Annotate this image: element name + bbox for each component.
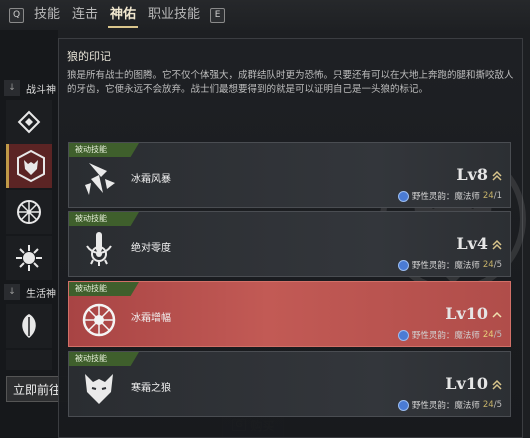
sidebar-group-life[interactable]: ↓ 生活神 xyxy=(4,282,64,302)
sidebar-item-rune-blessing[interactable] xyxy=(6,100,52,144)
skill-source: 野性灵韵：魔法师 24/5 xyxy=(397,399,502,411)
thermometer-frost-icon xyxy=(86,232,112,266)
skill-level: Lv8 xyxy=(456,165,488,184)
passive-skill-tag: 被动技能 xyxy=(69,352,139,366)
tab-blessing[interactable]: 神佑 xyxy=(104,4,142,28)
frost-sigil-icon xyxy=(82,303,116,337)
wild-spirit-icon xyxy=(397,329,409,341)
skill-card-frost-storm[interactable]: 被动技能 冰霜风暴 Lv8 野性灵韵：魔法师 24/1 xyxy=(68,142,511,208)
skill-card-frost-wolf[interactable]: 被动技能 寒霜之狼 Lv10 野性灵韵：魔法师 24/5 xyxy=(68,351,511,417)
skill-name: 寒霜之狼 xyxy=(131,383,171,394)
key-hint-q[interactable]: Q xyxy=(9,7,24,23)
skill-source-label: 野性灵韵：魔法师 xyxy=(411,331,480,341)
spirit-count: 24 xyxy=(482,330,494,340)
wolf-emblem-icon xyxy=(16,149,45,183)
top-tab-bar: Q 技能 连击 神佑 职业技能 E xyxy=(0,0,530,30)
blessing-description: 狼是所有战士的图腾。它不仅个体强大，成群结队时更为恐怖。只要还有可以在大地上奔跑… xyxy=(67,70,514,95)
sidebar-item-sun-blessing[interactable] xyxy=(6,236,52,280)
collapse-arrow-icon: ↓ xyxy=(4,80,20,96)
passive-skill-tag: 被动技能 xyxy=(69,282,139,296)
sun-burst-icon xyxy=(16,245,42,271)
skill-source-label: 野性灵韵：魔法师 xyxy=(411,192,480,202)
blessing-title: 狼的印记 xyxy=(67,50,111,63)
tab-skills[interactable]: 技能 xyxy=(28,4,66,26)
passive-skill-tag: 被动技能 xyxy=(69,212,139,226)
ice-shards-icon xyxy=(85,163,115,195)
skill-source: 野性灵韵：魔法师 24/5 xyxy=(397,259,502,271)
spirit-total: /1 xyxy=(493,191,502,201)
rune-diamond-icon xyxy=(17,110,41,134)
skill-name: 冰霜增幅 xyxy=(131,313,171,324)
skill-source: 野性灵韵：魔法师 24/5 xyxy=(397,329,502,341)
sidebar-group-label: 战斗神 xyxy=(26,84,56,96)
spirit-total: /5 xyxy=(493,260,502,270)
wolf-head-icon xyxy=(85,374,113,404)
upgrade-chevron-icon xyxy=(492,239,502,250)
wild-spirit-icon xyxy=(397,259,409,271)
sidebar-item-snowflake-blessing[interactable] xyxy=(6,190,52,234)
spirit-count: 24 xyxy=(482,260,494,270)
wild-spirit-icon xyxy=(397,399,409,411)
sidebar-item-wolf-blessing[interactable] xyxy=(6,144,52,188)
wild-spirit-icon xyxy=(397,190,409,202)
skill-source: 野性灵韵：魔法师 24/1 xyxy=(397,190,502,202)
sidebar-item-leaf-blessing[interactable] xyxy=(6,304,52,348)
key-hint-e[interactable]: E xyxy=(210,7,226,23)
spirit-count: 24 xyxy=(482,400,494,410)
tab-combo[interactable]: 连击 xyxy=(66,4,104,26)
skill-card-absolute-zero[interactable]: 被动技能 绝对零度 Lv4 野性灵韵：魔法师 24/5 xyxy=(68,211,511,277)
collapse-arrow-icon: ↓ xyxy=(4,284,20,300)
skill-level: Lv10 xyxy=(445,304,488,323)
spirit-count: 24 xyxy=(482,191,494,201)
upgrade-chevron-icon xyxy=(492,311,502,318)
spirit-total: /5 xyxy=(493,330,502,340)
sidebar-group-combat[interactable]: ↓ 战斗神 xyxy=(4,78,64,98)
skill-level: Lv4 xyxy=(456,234,488,253)
sidebar-item-partial[interactable] xyxy=(6,350,52,370)
passive-skill-tag: 被动技能 xyxy=(69,143,139,157)
sidebar-group-label: 生活神 xyxy=(26,288,56,300)
upgrade-chevron-icon xyxy=(492,170,502,181)
upgrade-chevron-icon xyxy=(492,379,502,390)
spirit-total: /5 xyxy=(493,400,502,410)
skill-name: 绝对零度 xyxy=(131,243,171,254)
leaf-crest-icon xyxy=(22,314,36,338)
skill-source-label: 野性灵韵：魔法师 xyxy=(411,261,480,271)
snowflake-wheel-icon xyxy=(17,200,41,224)
skill-level: Lv10 xyxy=(445,374,488,393)
tab-class-skills[interactable]: 职业技能 xyxy=(142,4,206,26)
skill-source-label: 野性灵韵：魔法师 xyxy=(411,401,480,411)
skill-card-frost-amplify[interactable]: 被动技能 冰霜增幅 Lv10 野性灵韵：魔法师 24/5 xyxy=(68,281,511,347)
skill-name: 冰霜风暴 xyxy=(131,174,171,185)
